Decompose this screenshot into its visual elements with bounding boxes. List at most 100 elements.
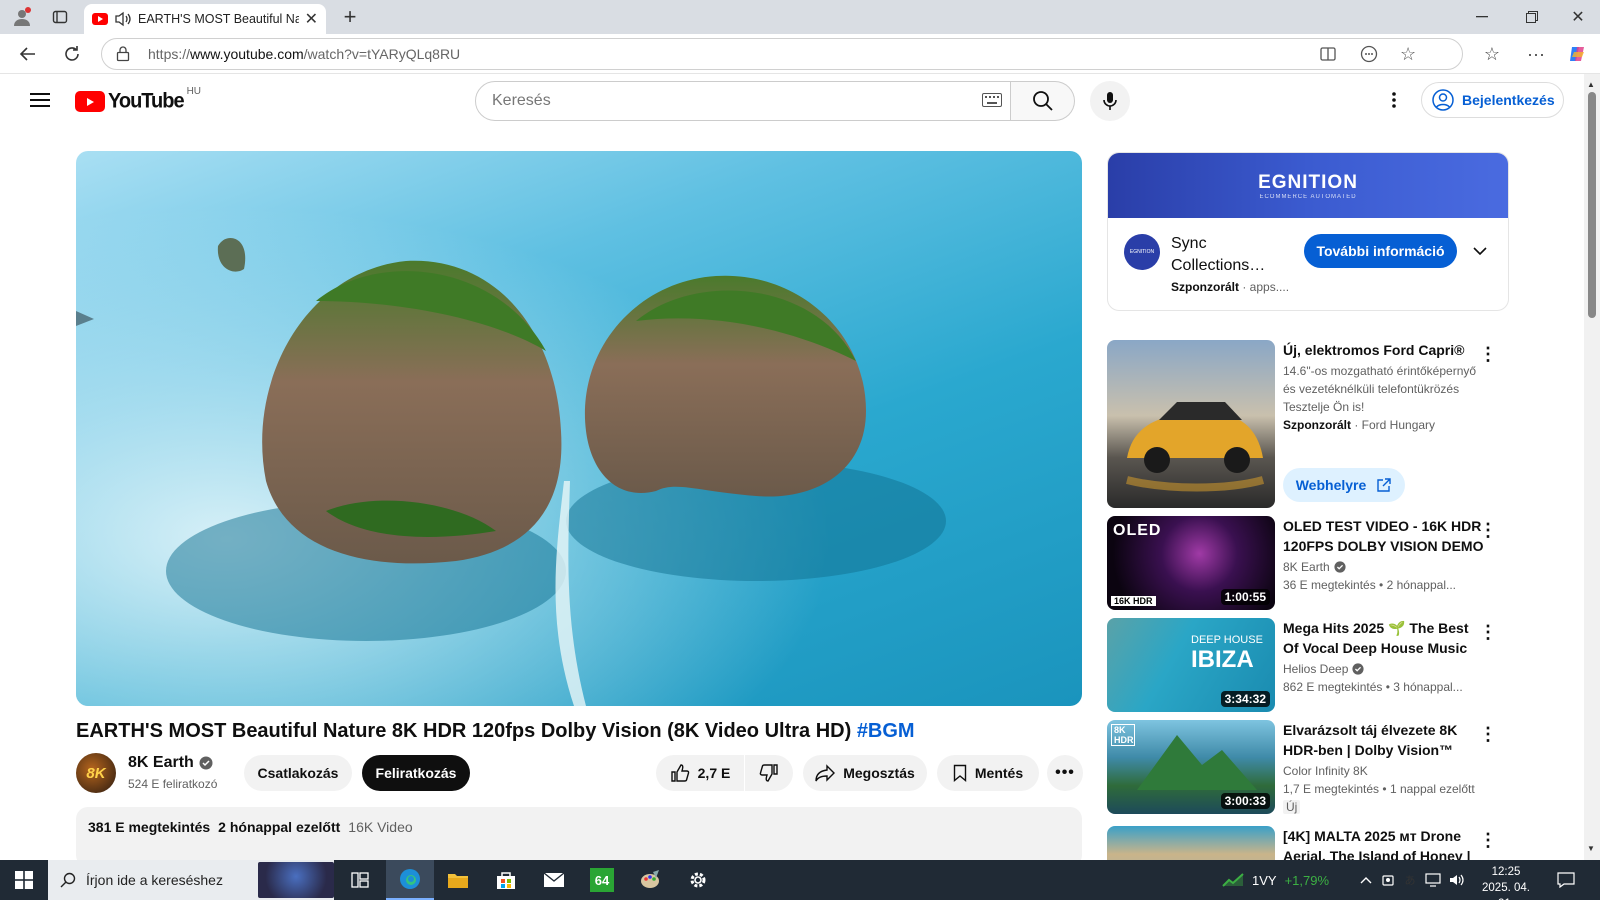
video-hashtag-link[interactable]: #BGM [857, 720, 915, 742]
subscribe-button[interactable]: Feliratkozás [362, 755, 470, 791]
scroll-down-arrow-icon[interactable]: ▼ [1587, 844, 1595, 853]
close-tab-icon[interactable]: ✕ [305, 9, 318, 29]
website-button[interactable]: Webhelyre [1283, 468, 1405, 502]
rec-channel[interactable]: 8K Earth [1283, 560, 1346, 574]
save-button[interactable]: Mentés [937, 755, 1039, 791]
split-screen-icon[interactable] [1320, 46, 1336, 62]
refresh-icon[interactable] [60, 42, 84, 66]
share-button[interactable]: Megosztás [803, 755, 927, 791]
favorites-icon[interactable]: ☆ [1480, 42, 1504, 66]
close-window-icon[interactable]: ✕ [1566, 5, 1590, 29]
ad-avatar-text: EGNITION [1129, 249, 1155, 255]
channel-avatar[interactable]: 8K [76, 753, 116, 793]
store-icon[interactable] [482, 860, 530, 900]
ford-ad-thumbnail[interactable] [1107, 340, 1275, 508]
youtube-logo[interactable]: YouTube HU [75, 86, 201, 113]
paint-app-icon[interactable] [626, 860, 674, 900]
clock[interactable]: 12:25 2025. 04. 21. [1474, 864, 1538, 912]
youtube-page: YouTube HU Keresés Bejelentkezés EARTH'S… [0, 74, 1584, 860]
rec-title[interactable]: Elvarázsolt táj élvezete 8K HDR-ben | Do… [1283, 720, 1485, 760]
mail-icon[interactable] [530, 860, 578, 900]
video-thumbnail[interactable]: DEEP HOUSE IBIZA 3:34:32 [1107, 618, 1275, 712]
like-button[interactable]: 2,7 E [656, 755, 744, 791]
page-scrollbar[interactable]: ▲ ▼ [1584, 74, 1600, 860]
start-button[interactable] [0, 860, 48, 900]
taskbar-search-input[interactable]: Írjon ide a kereséshez [48, 860, 334, 900]
join-button[interactable]: Csatlakozás [244, 755, 352, 791]
chevron-down-icon[interactable] [1468, 239, 1492, 263]
video-thumbnail[interactable]: OLED 16K HDR 1:00:55 [1107, 516, 1275, 610]
speaker-icon[interactable] [114, 11, 132, 27]
volume-icon[interactable] [1448, 872, 1466, 888]
video-thumbnail[interactable]: 8K HDR 3:00:33 [1107, 720, 1275, 814]
video-player[interactable] [76, 151, 1082, 706]
recommended-video-item[interactable]: DEEP HOUSE IBIZA 3:34:32 Mega Hits 2025 … [1107, 618, 1509, 714]
sponsored-ad-card[interactable]: EGNITION ECOMMERCE AUTOMATED EGNITION Sy… [1107, 152, 1509, 311]
more-vertical-icon[interactable]: ⋮ [1479, 520, 1497, 541]
tab-actions-icon[interactable] [48, 5, 72, 29]
read-aloud-icon[interactable] [1360, 45, 1378, 63]
meet-now-icon[interactable] [1380, 872, 1396, 888]
hamburger-menu-icon[interactable] [28, 88, 52, 112]
site-info-icon[interactable] [116, 46, 130, 62]
language-icon[interactable]: あ [1402, 872, 1418, 888]
favorite-star-icon[interactable]: ☆ [1400, 44, 1416, 65]
description-box[interactable]: 381 E megtekintés 2 hónappal ezelőtt 16K… [76, 807, 1082, 860]
voice-search-button[interactable] [1090, 81, 1130, 121]
stock-widget[interactable]: 1VY +1,79% [1222, 860, 1329, 900]
edge-browser-icon[interactable] [386, 860, 434, 900]
recommended-video-item[interactable]: [4K] MALTA 2025 ᴍᴛ Drone Aerial, The Isl… [1107, 826, 1509, 860]
sponsored-video-item[interactable]: Új, elektromos Ford Capri® 14.6"-os mozg… [1107, 340, 1509, 510]
video-thumbnail[interactable] [1107, 826, 1275, 860]
restore-icon[interactable] [1520, 5, 1544, 29]
more-vertical-icon[interactable]: ⋮ [1479, 344, 1497, 365]
rec-advertiser: Ford Hungary [1361, 418, 1436, 432]
more-vertical-icon[interactable]: ⋮ [1479, 724, 1497, 745]
sign-in-button[interactable]: Bejelentkezés [1421, 82, 1564, 118]
network-icon[interactable] [1424, 872, 1442, 888]
recommended-video-item[interactable]: 8K HDR 3:00:33 Elvarázsolt táj élvezete … [1107, 720, 1509, 820]
back-icon[interactable] [16, 42, 40, 66]
scrollbar-thumb[interactable] [1588, 92, 1596, 318]
more-actions-button[interactable]: ••• [1047, 755, 1083, 791]
settings-more-icon[interactable] [1382, 88, 1406, 112]
scroll-up-arrow-icon[interactable]: ▲ [1587, 80, 1595, 89]
notifications-icon[interactable] [1556, 870, 1576, 890]
settings-gear-icon[interactable] [674, 860, 722, 900]
ad-title[interactable]: Sync Collections… [1171, 233, 1281, 277]
search-input[interactable]: Keresés [475, 81, 1011, 121]
url-field[interactable]: https://www.youtube.com/watch?v=tYARyQLq… [101, 38, 1463, 70]
rec-age: 2 hónappal... [1386, 578, 1456, 592]
rec-stats: 36 E megtekintés • 2 hónappal... [1283, 578, 1456, 592]
rec-channel[interactable]: Helios Deep [1283, 662, 1364, 676]
copilot-icon[interactable] [1566, 42, 1590, 66]
rec-title[interactable]: Új, elektromos Ford Capri® [1283, 340, 1485, 360]
search-button[interactable] [1011, 81, 1075, 121]
keyboard-icon[interactable] [982, 93, 1002, 107]
share-icon [815, 764, 836, 782]
app-64-icon[interactable]: 64 [578, 860, 626, 900]
tray-chevron-up-icon[interactable] [1358, 872, 1374, 888]
task-view-icon[interactable] [336, 860, 384, 900]
dislike-button[interactable] [745, 755, 793, 791]
recommended-video-item[interactable]: OLED 16K HDR 1:00:55 OLED TEST VIDEO - 1… [1107, 516, 1509, 612]
rec-title[interactable]: [4K] MALTA 2025 ᴍᴛ Drone Aerial, The Isl… [1283, 826, 1485, 860]
ad-cta-button[interactable]: További információ [1304, 234, 1457, 268]
profile-icon[interactable] [10, 5, 34, 29]
rec-channel-name[interactable]: Color Infinity 8K [1283, 764, 1368, 778]
ad-banner[interactable]: EGNITION ECOMMERCE AUTOMATED [1108, 153, 1508, 218]
rec-title[interactable]: OLED TEST VIDEO - 16K HDR 120FPS DOLBY V… [1283, 516, 1485, 556]
thumb-badge: 8K HDR [1111, 724, 1135, 746]
rec-title[interactable]: Mega Hits 2025 🌱 The Best Of Vocal Deep … [1283, 618, 1485, 658]
browser-tab-active[interactable]: EARTH'S MOST Beautiful Nature 8K ✕ [84, 4, 326, 34]
ad-avatar[interactable]: EGNITION [1124, 234, 1160, 270]
search-placeholder: Keresés [492, 92, 551, 109]
new-tab-icon[interactable]: + [338, 4, 362, 29]
more-menu-icon[interactable]: ··· [1524, 42, 1548, 66]
channel-name[interactable]: 8K Earth [128, 754, 213, 772]
share-label: Megosztás [843, 765, 915, 781]
more-vertical-icon[interactable]: ⋮ [1479, 830, 1497, 851]
more-vertical-icon[interactable]: ⋮ [1479, 622, 1497, 643]
minimize-icon[interactable] [1470, 5, 1494, 29]
file-explorer-icon[interactable] [434, 860, 482, 900]
